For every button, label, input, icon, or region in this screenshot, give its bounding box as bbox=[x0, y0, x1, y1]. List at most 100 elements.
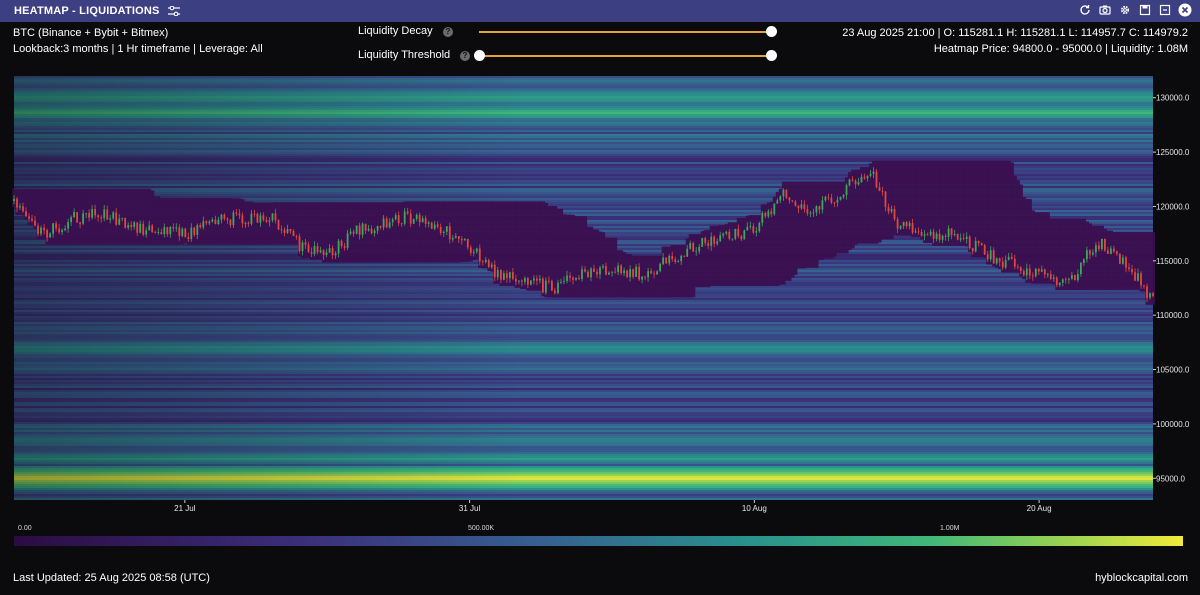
candle-body bbox=[136, 222, 139, 233]
candle-body bbox=[1092, 252, 1094, 255]
candle-body bbox=[43, 227, 45, 231]
decay-slider-track[interactable] bbox=[479, 31, 771, 33]
candle-body bbox=[698, 246, 701, 252]
colorbar-tick-1: 500.00K bbox=[468, 525, 495, 532]
save-icon[interactable] bbox=[1138, 3, 1152, 17]
candle-body bbox=[205, 221, 208, 224]
candle-body bbox=[521, 280, 523, 282]
candle-body bbox=[208, 221, 211, 224]
candle-body bbox=[770, 211, 773, 215]
candle-body bbox=[656, 271, 658, 275]
gear-icon[interactable] bbox=[1118, 3, 1132, 17]
camera-icon[interactable] bbox=[1098, 3, 1112, 17]
y-axis-label: 100000.0 bbox=[1156, 420, 1190, 429]
candle-body bbox=[166, 227, 169, 235]
candle-body bbox=[487, 259, 490, 267]
candle-body bbox=[97, 215, 99, 218]
candle-body bbox=[719, 235, 722, 242]
candle-body bbox=[193, 227, 196, 235]
candle-body bbox=[617, 265, 619, 273]
decay-slider-thumb[interactable] bbox=[765, 26, 777, 37]
candle-body bbox=[1034, 268, 1037, 277]
candle-body bbox=[229, 219, 232, 226]
candle-body bbox=[986, 254, 989, 260]
candle-body bbox=[1116, 251, 1118, 254]
candle-body bbox=[1149, 293, 1151, 298]
threshold-slider-track[interactable] bbox=[479, 55, 771, 57]
close-icon[interactable] bbox=[1178, 3, 1192, 17]
candle-body bbox=[79, 222, 81, 224]
candle-body bbox=[358, 225, 361, 235]
candle-body bbox=[451, 237, 454, 240]
candle-body bbox=[818, 206, 821, 210]
candle-body bbox=[584, 269, 586, 272]
candle-body bbox=[280, 229, 283, 231]
candle-body bbox=[346, 233, 349, 248]
candle-body bbox=[914, 231, 917, 233]
candle-body bbox=[887, 207, 890, 212]
candle-body bbox=[1074, 275, 1076, 281]
candle-body bbox=[436, 224, 439, 227]
candle-body bbox=[806, 209, 809, 214]
candle-body bbox=[424, 218, 427, 224]
candle-body bbox=[1004, 260, 1007, 268]
candle-body bbox=[460, 239, 463, 241]
candle-body bbox=[154, 232, 157, 233]
candle-body bbox=[578, 277, 580, 279]
candle-body bbox=[773, 203, 776, 215]
refresh-icon[interactable] bbox=[1078, 3, 1092, 17]
candle-body bbox=[1043, 269, 1046, 275]
window-title: HEATMAP - LIQUIDATIONS bbox=[14, 5, 160, 17]
y-axis-label: 115000.0 bbox=[1156, 257, 1189, 266]
candle-body bbox=[322, 250, 325, 255]
candle-body bbox=[509, 272, 511, 279]
brand-link[interactable]: hyblockcapital.com bbox=[1095, 572, 1188, 584]
candle-body bbox=[551, 280, 553, 291]
decay-help-icon[interactable]: ? bbox=[443, 27, 453, 37]
candle-body bbox=[500, 270, 502, 280]
candle-body bbox=[851, 179, 854, 181]
threshold-slider-max-thumb[interactable] bbox=[765, 50, 777, 61]
candle-body bbox=[554, 290, 556, 294]
candle-body bbox=[223, 214, 226, 219]
candle-body bbox=[566, 275, 568, 281]
candle-body bbox=[76, 212, 78, 223]
colorbar-tick-0: 0.00 bbox=[18, 525, 32, 532]
title-bar: HEATMAP - LIQUIDATIONS bbox=[0, 0, 1200, 22]
candle-body bbox=[833, 202, 836, 204]
candle-body bbox=[22, 206, 24, 212]
candle-body bbox=[454, 236, 457, 238]
candle-body bbox=[878, 187, 881, 191]
candle-body bbox=[542, 278, 544, 293]
candle-body bbox=[328, 248, 331, 253]
threshold-help-icon[interactable]: ? bbox=[460, 51, 470, 61]
settings-sliders-icon[interactable] bbox=[167, 6, 180, 16]
candle-body bbox=[686, 248, 689, 257]
candle-body bbox=[704, 238, 707, 243]
candle-body bbox=[506, 273, 508, 279]
candle-body bbox=[481, 261, 484, 263]
candle-body bbox=[1001, 261, 1004, 268]
candle-body bbox=[220, 214, 223, 220]
candle-body bbox=[34, 220, 36, 226]
candle-body bbox=[1083, 259, 1085, 263]
heatmap-chart[interactable]: 130000.0 125000.0 120000.0 115000.0 110000.0… bbox=[0, 70, 1200, 520]
candle-body bbox=[824, 196, 827, 201]
candle-body bbox=[995, 258, 998, 264]
swept-liquidity-zone bbox=[379, 202, 383, 263]
candle-body bbox=[974, 240, 977, 252]
candle-body bbox=[232, 212, 235, 226]
candle-body bbox=[109, 218, 112, 220]
candle-body bbox=[58, 228, 60, 233]
candle-body bbox=[121, 218, 124, 219]
candle-body bbox=[478, 248, 481, 262]
threshold-slider-min-thumb[interactable] bbox=[473, 50, 485, 61]
swept-liquidity-zone bbox=[607, 237, 612, 298]
candle-body bbox=[755, 231, 758, 233]
fullscreen-icon[interactable] bbox=[1158, 3, 1172, 17]
candle-body bbox=[241, 215, 244, 224]
candle-body bbox=[316, 246, 319, 253]
candle-body bbox=[989, 250, 992, 260]
candle-body bbox=[1152, 293, 1154, 296]
candle-body bbox=[37, 225, 39, 234]
